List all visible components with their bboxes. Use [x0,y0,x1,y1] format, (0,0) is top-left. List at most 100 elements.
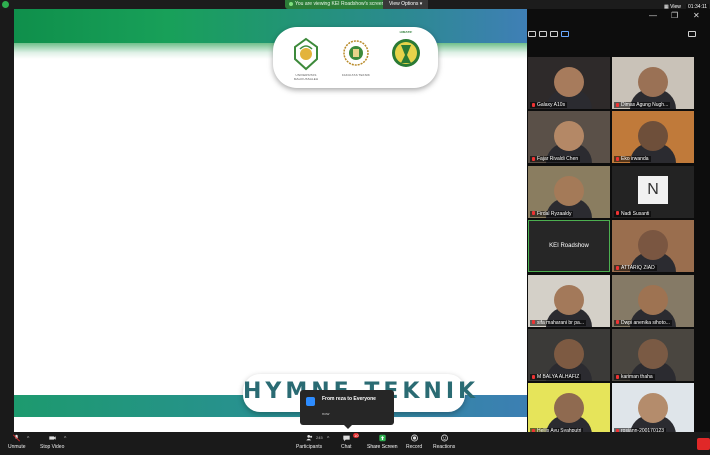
participant-tile[interactable]: KEI Roadshow [528,220,610,273]
video-camera-icon [48,436,56,440]
minimize-icon[interactable]: — [649,12,657,20]
muted-mic-icon [532,102,535,107]
participant-name: kariman thaha [614,374,655,380]
smiley-icon [440,434,448,442]
participant-face [638,284,668,315]
participant-tile[interactable]: Dimas Agung Nugh... [612,57,694,109]
participant-name: Eko irwanda [614,156,651,163]
muted-mic-icon [616,211,619,216]
viewing-banner: You are viewing KEI Roadshow's screen [285,0,391,9]
muted-mic-icon [616,102,619,107]
participant-name: Nadi Susanti [614,210,652,217]
participant-face [638,67,668,97]
gallery-view-icon[interactable] [539,31,547,37]
participants-label: Participants [296,444,323,450]
himatif-logo-icon [391,37,421,71]
participant-tile[interactable]: rosiann-200170123 [612,383,694,436]
chat-label: Chat [341,444,352,450]
university-logo-icon [291,37,321,71]
muted-mic-icon [616,374,619,379]
shared-screen: UNIVERSITAS MALIKUSSALEH FAKULTAS TEKNIK… [14,9,527,432]
reactions-label: Reactions [433,444,456,450]
participant-tile[interactable]: Fajar Rivaldi Chen [528,111,610,164]
chat-icon [343,435,350,442]
muted-mic-icon [616,157,619,162]
speaker-view-icon[interactable] [528,31,536,37]
stop-video-label: Stop Video [40,444,65,450]
participant-face [638,339,668,369]
unmute-button[interactable]: Unmute [8,434,26,450]
participant-tile[interactable]: ATTARIQ ZIAD [612,220,694,273]
participant-tile[interactable]: kariman thaha [612,329,694,381]
meeting-toolbar: Unmute ^ Stop Video ^ Participants 245 ^… [0,432,710,455]
participant-name-label: Dimas Agung Nugh... [621,102,669,108]
record-button[interactable]: Record [406,434,422,450]
participant-tile[interactable]: Hellis Ayu Syahputri [528,383,610,436]
university-logo-text: UNIVERSITAS MALIKUSSALEH [293,73,319,81]
end-meeting-button[interactable] [697,438,710,450]
participant-name: Fajar Rivaldi Chen [530,156,581,163]
top-gradient-fade [14,43,527,59]
participant-tile[interactable]: Galaxy A10s [528,57,610,109]
chat-notification[interactable]: From reza to Everyone now [300,390,394,429]
participant-count: 245 [316,435,323,440]
participant-name-label: kariman thaha [621,374,653,380]
share-screen-label: Share Screen [367,444,398,450]
host-name-display: KEI Roadshow [549,243,589,250]
participant-face [638,230,668,261]
participant-name: Dwpi anenika sihoto... [614,319,672,326]
participants-icon [305,435,312,441]
close-icon[interactable]: ✕ [693,12,700,20]
participant-tile[interactable]: Dwpi anenika sihoto... [612,274,694,327]
participant-name-label: M BALYA ALHAFIZ [537,374,580,380]
participant-name-label: sifa maharani br pa... [537,319,584,326]
chat-unread-badge: 10 [353,433,360,438]
strip-view-icon[interactable] [550,31,558,37]
muted-mic-icon [532,374,535,379]
participant-tile[interactable]: Eko irwanda [612,111,694,164]
participant-name-label: Dwpi anenika sihoto... [621,319,670,326]
chat-notification-tail [344,425,352,429]
participants-caret-icon[interactable]: ^ [327,436,329,442]
participant-tile[interactable]: Firdal Ryzaaldy [528,165,610,218]
participant-name: sifa maharani br pa... [530,319,586,326]
participant-tile[interactable]: M BALYA ALHAFIZ [528,329,610,381]
himatif-logo-text: HIMATIF [399,30,413,34]
unmute-label: Unmute [8,444,26,450]
audio-options-caret-icon[interactable]: ^ [27,436,29,442]
status-dot-icon [289,1,293,6]
participant-name-label: Nadi Susanti [621,210,650,217]
participant-face [554,175,584,206]
microphone-muted-icon [13,434,21,442]
video-options-caret-icon[interactable]: ^ [64,436,66,442]
record-icon [410,434,418,442]
participant-name: Galaxy A10s [530,102,568,108]
restore-icon[interactable]: ❐ [671,12,678,20]
participant-face [554,284,584,315]
muted-mic-icon [616,265,619,270]
participant-face [554,339,584,369]
muted-mic-icon [532,211,535,216]
muted-mic-icon [616,320,619,325]
participant-name: Dimas Agung Nugh... [614,102,671,108]
security-shield-icon[interactable] [2,1,9,8]
participant-name-label: Firdal Ryzaaldy [537,210,572,217]
share-screen-icon [379,434,386,442]
logo-panel: UNIVERSITAS MALIKUSSALEH FAKULTAS TEKNIK… [273,27,438,88]
participant-tile[interactable]: N Nadi Susanti [612,165,694,218]
participant-avatar: N [638,175,668,204]
participant-tile[interactable]: sifa maharani br pa... [528,274,610,327]
popout-icon[interactable] [688,31,696,37]
faculty-logo-icon [341,37,371,71]
viewing-banner-text: You are viewing KEI Roadshow's screen [295,1,385,7]
participant-name: Firdal Ryzaaldy [530,210,574,217]
chat-button[interactable]: Chat 10 [341,433,360,450]
stop-video-button[interactable]: Stop Video [40,434,64,450]
reactions-button[interactable]: Reactions [433,434,455,450]
share-screen-button[interactable]: Share Screen [367,434,398,450]
view-options-button[interactable]: View Options ▾ [383,0,429,9]
faculty-logo-text: FAKULTAS TEKNIK [341,73,370,77]
chat-bubble-icon [306,397,315,406]
participant-name-label: ATTARIQ ZIAD [621,265,655,272]
grid-view-icon[interactable] [561,31,569,37]
